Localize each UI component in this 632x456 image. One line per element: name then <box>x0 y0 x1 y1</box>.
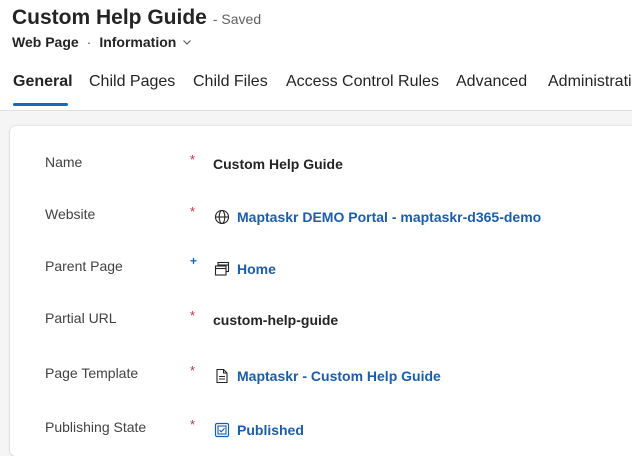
required-marker: * <box>190 417 196 432</box>
header-divider <box>0 110 632 111</box>
name-value[interactable]: Custom Help Guide <box>213 156 343 172</box>
field-label: Publishing State <box>45 419 147 435</box>
field-value-text: Published <box>237 422 304 438</box>
form-selector[interactable]: Information <box>99 34 192 50</box>
field-value-text: Custom Help Guide <box>213 156 343 172</box>
tab-administration[interactable]: Administration <box>548 73 632 91</box>
partial-url-value[interactable]: custom-help-guide <box>213 312 338 328</box>
field-parent-page: Parent Page + Home <box>10 252 632 282</box>
field-label: Partial URL <box>45 310 117 326</box>
required-marker: * <box>190 152 196 167</box>
website-lookup-link[interactable]: Maptaskr DEMO Portal - maptaskr-d365-dem… <box>213 208 541 226</box>
recommended-marker: + <box>190 254 198 268</box>
field-name: Name * Custom Help Guide <box>10 148 632 178</box>
meta-separator: · <box>86 34 92 50</box>
field-partial-url: Partial URL * custom-help-guide <box>10 304 632 334</box>
field-value-text: Maptaskr - Custom Help Guide <box>237 368 441 384</box>
active-tab-indicator <box>13 103 68 106</box>
publishing-state-icon <box>213 421 231 439</box>
parent-page-lookup-link[interactable]: Home <box>213 260 276 278</box>
field-label: Page Template <box>45 365 139 381</box>
globe-icon <box>213 208 231 226</box>
required-marker: * <box>190 308 196 323</box>
tab-child-files[interactable]: Child Files <box>193 73 268 91</box>
field-page-template: Page Template * Maptaskr - Custom Help G… <box>10 359 632 389</box>
tab-child-pages[interactable]: Child Pages <box>89 73 175 91</box>
field-website: Website * Maptaskr DEMO Portal - maptask… <box>10 200 632 230</box>
record-header: Custom Help Guide - Saved Web Page · Inf… <box>0 0 632 110</box>
field-label: Website <box>45 206 96 222</box>
field-value-text: Maptaskr DEMO Portal - maptaskr-d365-dem… <box>237 209 542 225</box>
chevron-down-icon <box>182 34 192 50</box>
tab-general[interactable]: General <box>13 73 73 91</box>
field-value-text: custom-help-guide <box>213 312 339 328</box>
title-row: Custom Help Guide - Saved <box>12 6 261 30</box>
form-selector-label: Information <box>99 34 177 50</box>
web-page-icon <box>213 260 231 278</box>
field-publishing-state: Publishing State * Published <box>10 413 632 443</box>
field-label: Name <box>45 154 83 170</box>
record-meta: Web Page · Information <box>12 34 192 50</box>
tab-advanced[interactable]: Advanced <box>456 73 527 91</box>
publishing-state-lookup-link[interactable]: Published <box>213 421 304 439</box>
tab-bar: General Child Pages Child Files Access C… <box>0 60 632 110</box>
field-value-text: Home <box>237 261 276 277</box>
document-icon <box>213 367 231 385</box>
field-label: Parent Page <box>45 258 123 274</box>
page-template-lookup-link[interactable]: Maptaskr - Custom Help Guide <box>213 367 441 385</box>
save-status: - Saved <box>212 11 262 27</box>
required-marker: * <box>190 204 196 219</box>
general-section: Name * Custom Help Guide Website * Mapta… <box>10 126 632 456</box>
required-marker: * <box>190 363 196 378</box>
entity-name: Web Page <box>12 34 79 50</box>
tab-access-control-rules[interactable]: Access Control Rules <box>286 73 439 91</box>
record-title: Custom Help Guide <box>12 6 207 29</box>
